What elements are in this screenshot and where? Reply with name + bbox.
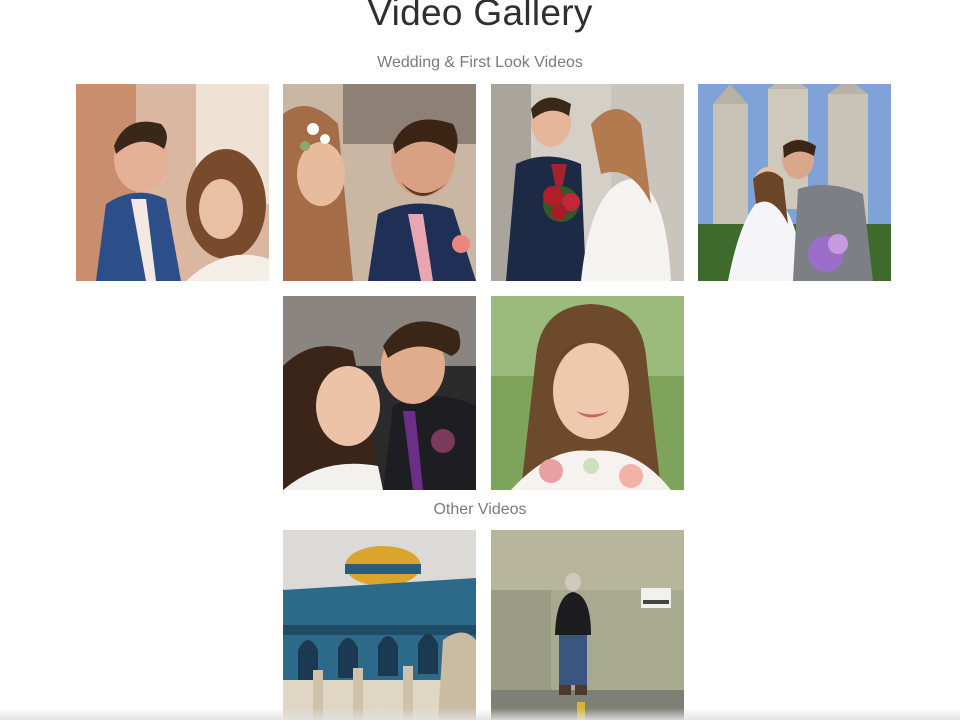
- bottom-edge-shadow: [0, 708, 960, 720]
- video-thumbnail-image: [698, 84, 891, 281]
- video-thumbnail-image: [491, 530, 684, 720]
- video-thumbnail-image: [283, 84, 476, 281]
- video-thumbnail-cheek-to-cheek[interactable]: [283, 296, 476, 490]
- video-thumbnail-image: [283, 530, 476, 720]
- video-thumbnail-image: [283, 296, 476, 490]
- video-thumbnail-image: [76, 84, 269, 281]
- video-thumbnail-temple-kiss[interactable]: [698, 84, 891, 281]
- video-thumbnail-couple-forehead-kiss[interactable]: [76, 84, 269, 281]
- section-heading-other: Other Videos: [433, 501, 527, 518]
- video-thumbnail-flower-crown-couple[interactable]: [283, 84, 476, 281]
- video-thumbnail-image: [491, 296, 684, 490]
- page-title: Video Gallery: [367, 0, 593, 33]
- video-thumbnail-dome-of-the-rock[interactable]: [283, 530, 476, 720]
- video-gallery-page: Video Gallery Wedding & First Look Video…: [0, 0, 960, 720]
- video-thumbnail-person-at-wall[interactable]: [491, 530, 684, 720]
- video-thumbnail-bride-portrait[interactable]: [491, 296, 684, 490]
- video-thumbnail-image: [491, 84, 684, 281]
- video-thumbnail-couple-with-bouquet[interactable]: [491, 84, 684, 281]
- section-heading-wedding: Wedding & First Look Videos: [377, 54, 583, 71]
